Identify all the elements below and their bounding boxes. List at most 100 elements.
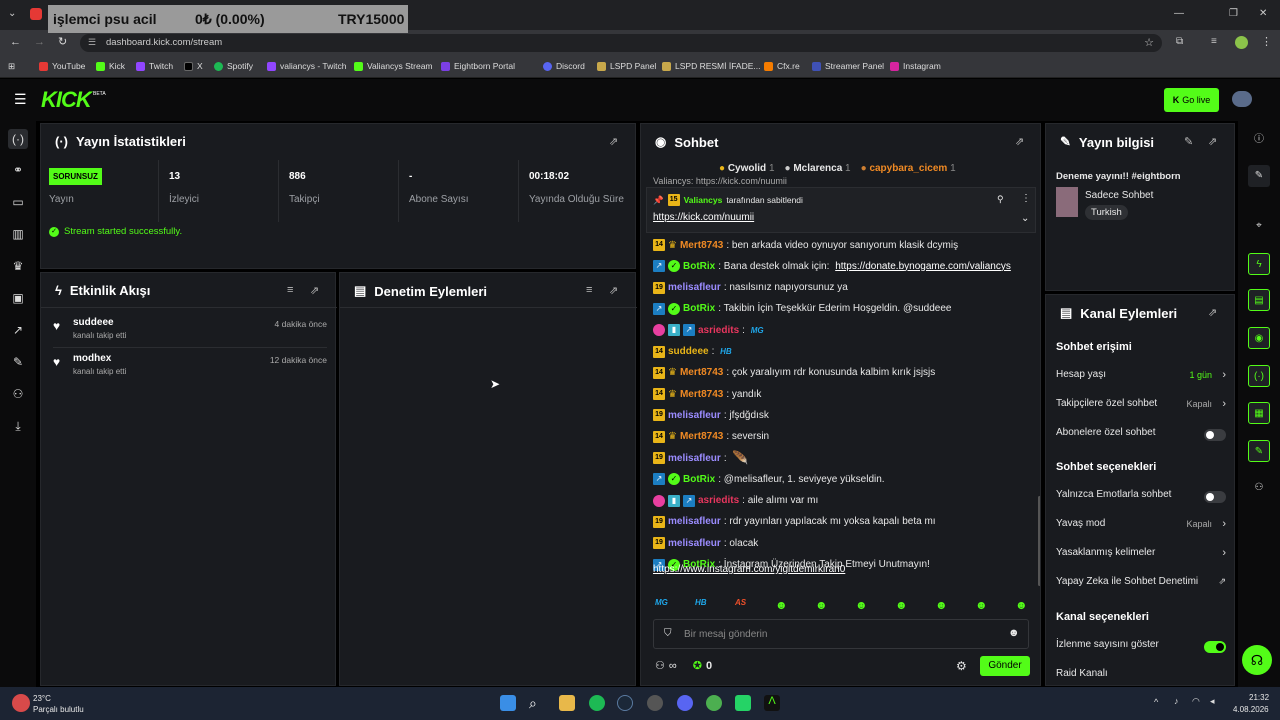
- chat-username[interactable]: suddeee: [668, 346, 709, 357]
- gifter[interactable]: ● Cywolid 1: [719, 163, 775, 174]
- subscribers-only-toggle[interactable]: [1204, 429, 1226, 441]
- popout-icon[interactable]: ⇗: [1208, 306, 1217, 319]
- tab-list-icon[interactable]: ⌄: [8, 8, 16, 19]
- bookmark-lspd-ifade[interactable]: LSPD RESMİ İFADE...: [662, 61, 761, 71]
- media-icon[interactable]: ≡: [1211, 36, 1217, 47]
- pinned-link[interactable]: https://kick.com/nuumii: [653, 212, 754, 223]
- chat-username[interactable]: melisafleur: [668, 453, 721, 464]
- spotify-icon[interactable]: [589, 695, 605, 711]
- whatsapp-icon[interactable]: [735, 695, 751, 711]
- steam-icon[interactable]: [617, 695, 633, 711]
- raid-channel-row[interactable]: Raid Kanalı: [1056, 668, 1226, 684]
- tray-chevron-icon[interactable]: ^: [1154, 697, 1158, 707]
- bookmark-youtube[interactable]: YouTube: [39, 61, 85, 71]
- file-explorer-icon[interactable]: [559, 695, 575, 711]
- app-icon[interactable]: [647, 695, 663, 711]
- chart-icon[interactable]: ↗: [11, 323, 25, 337]
- bookmark-x[interactable]: X: [184, 61, 203, 71]
- bookmark-lspd-panel[interactable]: LSPD Panel: [597, 61, 656, 71]
- chat-username[interactable]: melisafleur: [668, 538, 721, 549]
- users-icon[interactable]: ⚇: [655, 659, 665, 672]
- moderation-toggle-icon[interactable]: ▤: [1248, 289, 1270, 311]
- followers-only-row[interactable]: Takipçilere özel sohbet Kapalı ›: [1056, 398, 1226, 414]
- bookmark-streamer-panel[interactable]: Streamer Panel: [812, 61, 884, 71]
- chat-username[interactable]: Mert8743: [680, 367, 723, 378]
- url-field[interactable]: ☰ dashboard.kick.com/stream ☆: [80, 34, 1162, 52]
- kick-logo[interactable]: KICK: [41, 87, 92, 113]
- chat-input[interactable]: ⛉ Bir mesaj gönderin ☻: [653, 619, 1029, 649]
- reload-icon[interactable]: ↻: [58, 35, 67, 48]
- chat-last-link[interactable]: https://www.instagram.com/yigitdemirkira…: [653, 564, 845, 575]
- more-options-icon[interactable]: ⋮: [1021, 193, 1031, 204]
- popout-icon[interactable]: ⇗: [609, 284, 618, 297]
- chat-link[interactable]: https://donate.bynogame.com/valiancys: [835, 261, 1011, 272]
- weather-temp[interactable]: 23°C: [33, 694, 51, 703]
- bookmark-instagram[interactable]: Instagram: [890, 61, 941, 71]
- edit-icon[interactable]: ✎: [1184, 135, 1193, 148]
- clock-time[interactable]: 21:32: [1249, 693, 1269, 702]
- chrome-icon[interactable]: [706, 695, 722, 711]
- popout-icon[interactable]: ⇗: [609, 135, 618, 148]
- download-icon[interactable]: ⤓: [11, 419, 25, 433]
- settings-gear-icon[interactable]: ⚙: [956, 659, 967, 673]
- bookmark-discord[interactable]: Discord: [543, 61, 585, 71]
- browser-menu-icon[interactable]: ⋮: [1261, 35, 1272, 48]
- bookmark-eightborn[interactable]: Eightborn Portal: [441, 61, 515, 71]
- emote-button[interactable]: ☻: [775, 598, 788, 612]
- trophy-icon[interactable]: ♛: [11, 259, 25, 273]
- focus-icon[interactable]: ⌖: [1248, 215, 1270, 237]
- bookmark-kick[interactable]: Kick: [96, 61, 125, 71]
- maximize-icon[interactable]: ❐: [1229, 8, 1238, 19]
- chat-scrollbar[interactable]: [1038, 496, 1040, 586]
- slow-mode-row[interactable]: Yavaş mod Kapalı ›: [1056, 518, 1226, 534]
- edit-icon[interactable]: ✎: [1248, 165, 1270, 187]
- chat-username[interactable]: melisafleur: [668, 410, 721, 421]
- popout-icon[interactable]: ⇗: [310, 284, 319, 297]
- activity-toggle-icon[interactable]: ϟ: [1248, 253, 1270, 275]
- bookmark-cfx[interactable]: Cfx.re: [764, 61, 800, 71]
- send-button[interactable]: Gönder: [980, 656, 1030, 676]
- emote-button[interactable]: HB: [695, 598, 707, 607]
- weather-desc[interactable]: Parçalı bulutlu: [33, 705, 84, 714]
- bookmark-twitch[interactable]: Twitch: [136, 61, 173, 71]
- info-icon[interactable]: ⓘ: [1248, 129, 1270, 151]
- microphone-icon[interactable]: ♪: [1174, 696, 1179, 706]
- chat-username[interactable]: Mert8743: [680, 431, 723, 442]
- video-icon[interactable]: ▣: [11, 291, 25, 305]
- chat-username[interactable]: Mert8743: [680, 389, 723, 400]
- network-icon[interactable]: ◠: [1192, 696, 1200, 707]
- popout-icon[interactable]: ⇗: [1015, 135, 1024, 148]
- popout-icon[interactable]: ⇗: [1208, 135, 1217, 148]
- minimize-icon[interactable]: —: [1174, 8, 1184, 19]
- go-live-button[interactable]: K Go live: [1164, 88, 1219, 112]
- emote-only-toggle[interactable]: [1204, 491, 1226, 503]
- forward-icon[interactable]: →: [34, 36, 45, 48]
- emote-button[interactable]: ☻: [1015, 598, 1028, 612]
- chat-username[interactable]: melisafleur: [668, 282, 721, 293]
- app-a-icon[interactable]: Λ: [764, 695, 780, 711]
- unpin-icon[interactable]: ⚲: [997, 194, 1004, 205]
- discord-icon[interactable]: [677, 695, 693, 711]
- chat-username[interactable]: melisafleur: [668, 516, 721, 527]
- wrench-icon[interactable]: ✎: [11, 355, 25, 369]
- browser-window-icon[interactable]: ▭: [11, 195, 25, 209]
- chat-toggle-icon[interactable]: ◉: [1248, 327, 1270, 349]
- chat-username[interactable]: BotRix: [683, 261, 715, 272]
- emoji-icon[interactable]: ☻: [1008, 627, 1020, 639]
- category-name[interactable]: Sadece Sohbet: [1085, 190, 1153, 201]
- volume-icon[interactable]: ◂: [1210, 696, 1215, 707]
- close-window-icon[interactable]: ✕: [1259, 8, 1267, 19]
- emote-button[interactable]: ☻: [895, 598, 908, 612]
- chat-username[interactable]: BotRix: [683, 303, 715, 314]
- bookmark-valiancys-twitch[interactable]: valiancys - Twitch: [267, 61, 346, 71]
- chat-username[interactable]: Mert8743: [680, 240, 723, 251]
- actions-toggle-icon[interactable]: ▦: [1248, 402, 1270, 424]
- profile-avatar[interactable]: [1235, 36, 1248, 49]
- back-icon[interactable]: ←: [10, 36, 21, 48]
- ai-moderation-row[interactable]: Yapay Zeka ile Sohbet Denetimi ⇗: [1056, 576, 1226, 592]
- account-age-row[interactable]: Hesap yaşı 1 gün ›: [1056, 369, 1226, 385]
- site-info-icon[interactable]: ☰: [88, 37, 96, 48]
- bookmark-valiancys-stream[interactable]: Valiancys Stream: [354, 61, 433, 71]
- windows-start-icon[interactable]: [500, 695, 516, 711]
- filter-icon[interactable]: ≡: [287, 284, 293, 296]
